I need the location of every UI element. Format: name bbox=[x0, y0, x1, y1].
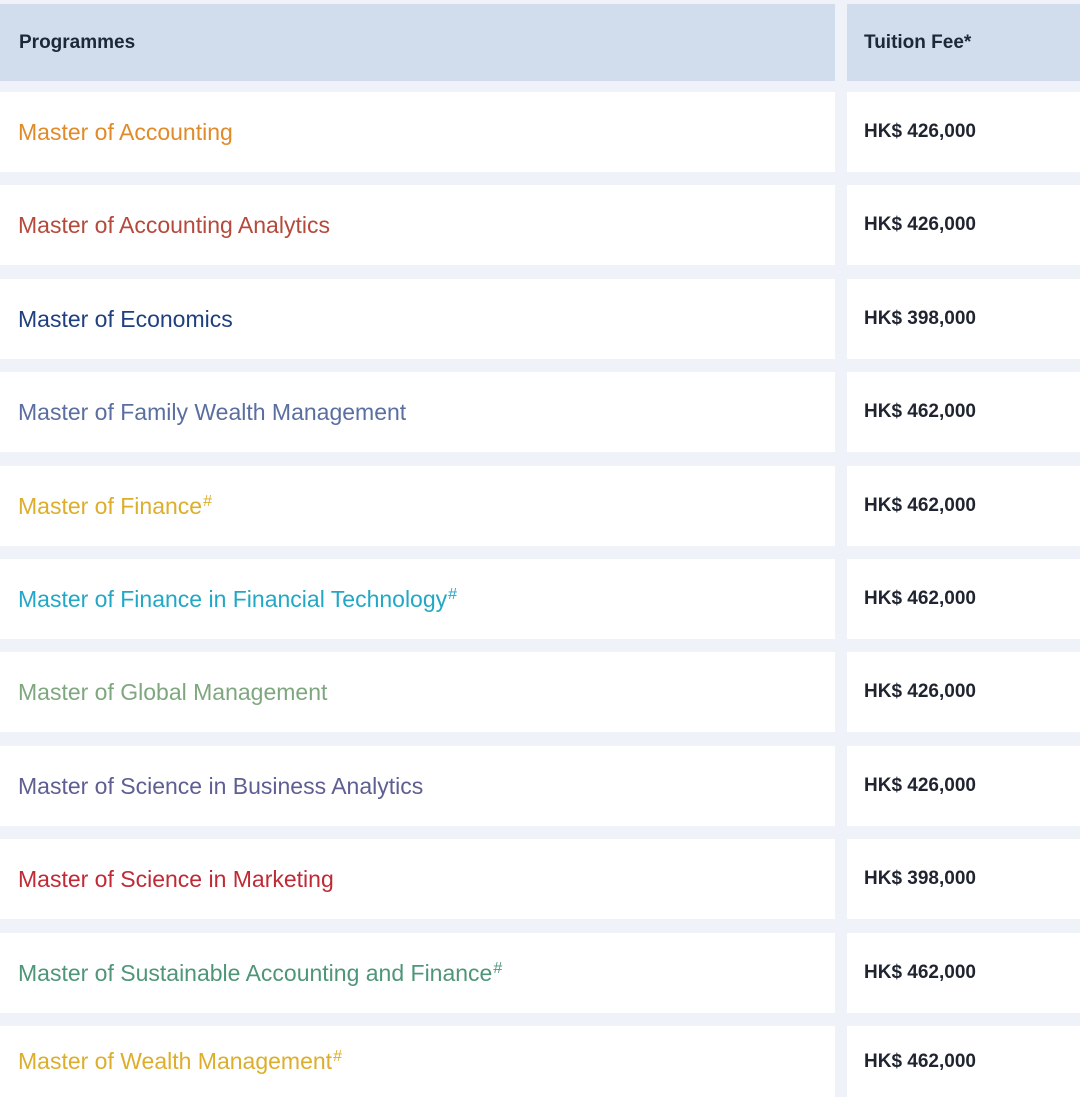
programme-cell: Master of Science in Business Analytics bbox=[0, 746, 835, 826]
fee-cell: HK$ 462,000 bbox=[847, 1026, 1080, 1097]
table-row: Master of Finance in Financial Technolog… bbox=[0, 559, 1080, 639]
programme-cell: Master of Sustainable Accounting and Fin… bbox=[0, 933, 835, 1013]
fee-cell: HK$ 462,000 bbox=[847, 933, 1080, 1013]
table-row: Master of Accounting Analytics HK$ 426,0… bbox=[0, 185, 1080, 265]
fee-cell: HK$ 462,000 bbox=[847, 372, 1080, 452]
fee-cell: HK$ 426,000 bbox=[847, 92, 1080, 172]
programme-name: Master of Family Wealth Management bbox=[18, 398, 407, 425]
tuition-fee-value: HK$ 462,000 bbox=[864, 495, 976, 516]
programme-cell: Master of Wealth Management# bbox=[0, 1026, 835, 1097]
table-row: Master of Economics HK$ 398,000 bbox=[0, 279, 1080, 359]
fee-cell: HK$ 462,000 bbox=[847, 559, 1080, 639]
table-row: Master of Finance# HK$ 462,000 bbox=[0, 466, 1080, 546]
programme-name: Master of Wealth Management# bbox=[18, 1048, 342, 1074]
table-row: Master of Sustainable Accounting and Fin… bbox=[0, 933, 1080, 1013]
programme-name: Master of Finance in Financial Technolog… bbox=[18, 585, 458, 612]
programme-cell: Master of Science in Marketing bbox=[0, 839, 835, 919]
table-row: Master of Accounting HK$ 426,000 bbox=[0, 92, 1080, 172]
programme-name: Master of Accounting Analytics bbox=[18, 211, 330, 238]
footnote-mark: # bbox=[493, 959, 503, 977]
tuition-fee-value: HK$ 426,000 bbox=[864, 775, 976, 796]
table-row: Master of Family Wealth Management HK$ 4… bbox=[0, 372, 1080, 452]
programme-cell: Master of Family Wealth Management bbox=[0, 372, 835, 452]
footnote-mark: # bbox=[203, 492, 212, 510]
table-row: Master of Global Management HK$ 426,000 bbox=[0, 652, 1080, 732]
programme-cell: Master of Finance# bbox=[0, 466, 835, 546]
programme-cell: Master of Accounting Analytics bbox=[0, 185, 835, 265]
tuition-fee-value: HK$ 426,000 bbox=[864, 214, 976, 235]
programmes-header: Programmes bbox=[19, 31, 136, 53]
tuition-fee-value: HK$ 462,000 bbox=[864, 962, 976, 983]
programme-name: Master of Accounting bbox=[18, 118, 233, 145]
fee-cell: HK$ 426,000 bbox=[847, 746, 1080, 826]
programme-cell: Master of Finance in Financial Technolog… bbox=[0, 559, 835, 639]
programme-name: Master of Science in Business Analytics bbox=[18, 772, 424, 799]
fee-cell: HK$ 398,000 bbox=[847, 839, 1080, 919]
tuition-fee-value: HK$ 398,000 bbox=[864, 868, 976, 889]
programme-name: Master of Sustainable Accounting and Fin… bbox=[18, 959, 503, 986]
tuition-fee-header: Tuition Fee* bbox=[864, 31, 972, 53]
programme-name: Master of Economics bbox=[18, 305, 233, 332]
footnote-mark: # bbox=[333, 1048, 342, 1065]
table-row: Master of Science in Marketing HK$ 398,0… bbox=[0, 839, 1080, 919]
tuition-fee-value: HK$ 462,000 bbox=[864, 1050, 976, 1072]
programmes-header-cell: Programmes bbox=[0, 4, 835, 81]
programme-name: Master of Global Management bbox=[18, 678, 328, 705]
programme-cell: Master of Accounting bbox=[0, 92, 835, 172]
tuition-fee-value: HK$ 462,000 bbox=[864, 588, 976, 609]
programme-cell: Master of Economics bbox=[0, 279, 835, 359]
programme-name: Master of Science in Marketing bbox=[18, 865, 334, 892]
footnote-mark: # bbox=[448, 585, 458, 603]
fee-cell: HK$ 462,000 bbox=[847, 466, 1080, 546]
tuition-fee-value: HK$ 426,000 bbox=[864, 121, 976, 142]
tuition-fee-value: HK$ 426,000 bbox=[864, 681, 976, 702]
tuition-fee-header-cell: Tuition Fee* bbox=[847, 4, 1080, 81]
tuition-fee-value: HK$ 462,000 bbox=[864, 401, 976, 422]
table-header-row: Programmes Tuition Fee* bbox=[0, 4, 1080, 81]
fee-cell: HK$ 426,000 bbox=[847, 185, 1080, 265]
tuition-fee-table: Programmes Tuition Fee* Master of Accoun… bbox=[0, 0, 1080, 1097]
tuition-fee-value: HK$ 398,000 bbox=[864, 308, 976, 329]
programme-name: Master of Finance# bbox=[18, 492, 212, 519]
fee-cell: HK$ 398,000 bbox=[847, 279, 1080, 359]
programme-cell: Master of Global Management bbox=[0, 652, 835, 732]
fee-cell: HK$ 426,000 bbox=[847, 652, 1080, 732]
table-row: Master of Wealth Management# HK$ 462,000 bbox=[0, 1026, 1080, 1097]
table-row: Master of Science in Business Analytics … bbox=[0, 746, 1080, 826]
